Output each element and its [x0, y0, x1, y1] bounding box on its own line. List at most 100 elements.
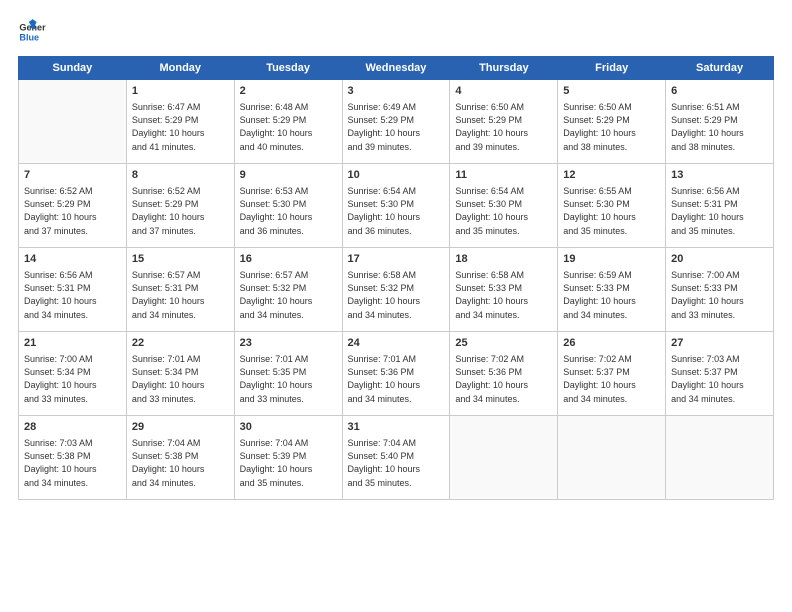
calendar-cell: 13Sunrise: 6:56 AM Sunset: 5:31 PM Dayli…: [666, 164, 774, 248]
day-number: 18: [455, 252, 552, 267]
calendar-cell: 23 Sunrise: 7:01 AM Sunset: 5:35 PM Dayli…: [234, 332, 342, 416]
calendar-cell: [666, 416, 774, 500]
day-info: Sunrise: 6:52 AM Sunset: 5:29 PM Dayligh…: [24, 185, 121, 237]
day-info: Sunrise: 7:02 AM Sunset: 5:36 PM Dayligh…: [455, 353, 552, 405]
logo-icon: General Blue: [18, 18, 46, 46]
day-info: Sunrise: 6:50 AM Sunset: 5:29 PM Dayligh…: [455, 101, 552, 153]
calendar-cell: 6 Sunrise: 6:51 AM Sunset: 5:29 PM Daylig…: [666, 80, 774, 164]
calendar-cell: 11 Sunrise: 6:54 AM Sunset: 5:30 PM Dayli…: [450, 164, 558, 248]
calendar-cell: 14 Sunrise: 6:56 AM Sunset: 5:31 PM Dayli…: [19, 248, 127, 332]
weekday-header: Wednesday: [342, 57, 450, 80]
calendar-cell: 15 Sunrise: 6:57 AM Sunset: 5:31 PM Dayli…: [126, 248, 234, 332]
day-number: 19: [563, 252, 660, 267]
day-info: Sunrise: 6:48 AM Sunset: 5:29 PM Dayligh…: [240, 101, 337, 153]
day-number: 15: [132, 252, 229, 267]
weekday-header: Saturday: [666, 57, 774, 80]
calendar-cell: 1 Sunrise: 6:47 AM Sunset: 5:29 PM Daylig…: [126, 80, 234, 164]
day-info: Sunrise: 7:00 AM Sunset: 5:34 PM Dayligh…: [24, 353, 121, 405]
day-info: Sunrise: 6:52 AM Sunset: 5:29 PM Dayligh…: [132, 185, 229, 237]
calendar-week-row: 1 Sunrise: 6:47 AM Sunset: 5:29 PM Daylig…: [19, 80, 774, 164]
calendar-cell: 28 Sunrise: 7:03 AM Sunset: 5:38 PM Dayli…: [19, 416, 127, 500]
calendar-cell: 5Sunrise: 6:50 AM Sunset: 5:29 PM Daylig…: [558, 80, 666, 164]
day-number: 28: [24, 420, 121, 435]
day-info: Sunrise: 7:03 AM Sunset: 5:38 PM Dayligh…: [24, 437, 121, 489]
calendar-week-row: 14 Sunrise: 6:56 AM Sunset: 5:31 PM Dayli…: [19, 248, 774, 332]
day-info: Sunrise: 6:57 AM Sunset: 5:31 PM Dayligh…: [132, 269, 229, 321]
calendar-cell: 16Sunrise: 6:57 AM Sunset: 5:32 PM Dayli…: [234, 248, 342, 332]
day-number: 5: [563, 84, 660, 99]
day-number: 2: [240, 84, 337, 99]
day-info: Sunrise: 6:56 AM Sunset: 5:31 PM Dayligh…: [24, 269, 121, 321]
calendar-week-row: 28 Sunrise: 7:03 AM Sunset: 5:38 PM Dayli…: [19, 416, 774, 500]
calendar-cell: 31Sunrise: 7:04 AM Sunset: 5:40 PM Dayli…: [342, 416, 450, 500]
calendar-cell: 27Sunrise: 7:03 AM Sunset: 5:37 PM Dayli…: [666, 332, 774, 416]
day-number: 20: [671, 252, 768, 267]
calendar-cell: 9 Sunrise: 6:53 AM Sunset: 5:30 PM Daylig…: [234, 164, 342, 248]
calendar-cell: 17Sunrise: 6:58 AM Sunset: 5:32 PM Dayli…: [342, 248, 450, 332]
day-info: Sunrise: 6:49 AM Sunset: 5:29 PM Dayligh…: [348, 101, 445, 153]
calendar-cell: 10 Sunrise: 6:54 AM Sunset: 5:30 PM Dayli…: [342, 164, 450, 248]
day-info: Sunrise: 7:01 AM Sunset: 5:34 PM Dayligh…: [132, 353, 229, 405]
day-number: 26: [563, 336, 660, 351]
day-info: Sunrise: 6:54 AM Sunset: 5:30 PM Dayligh…: [455, 185, 552, 237]
day-number: 22: [132, 336, 229, 351]
weekday-header: Monday: [126, 57, 234, 80]
day-info: Sunrise: 7:04 AM Sunset: 5:39 PM Dayligh…: [240, 437, 337, 489]
calendar-week-row: 7 Sunrise: 6:52 AM Sunset: 5:29 PM Daylig…: [19, 164, 774, 248]
day-number: 8: [132, 168, 229, 183]
calendar-cell: 21 Sunrise: 7:00 AM Sunset: 5:34 PM Dayli…: [19, 332, 127, 416]
calendar-cell: 30 Sunrise: 7:04 AM Sunset: 5:39 PM Dayli…: [234, 416, 342, 500]
day-info: Sunrise: 6:55 AM Sunset: 5:30 PM Dayligh…: [563, 185, 660, 237]
calendar: SundayMondayTuesdayWednesdayThursdayFrid…: [18, 56, 774, 500]
calendar-cell: 18 Sunrise: 6:58 AM Sunset: 5:33 PM Dayli…: [450, 248, 558, 332]
day-info: Sunrise: 6:58 AM Sunset: 5:33 PM Dayligh…: [455, 269, 552, 321]
calendar-cell: 12 Sunrise: 6:55 AM Sunset: 5:30 PM Dayli…: [558, 164, 666, 248]
day-info: Sunrise: 6:57 AM Sunset: 5:32 PM Dayligh…: [240, 269, 337, 321]
calendar-cell: 26 Sunrise: 7:02 AM Sunset: 5:37 PM Dayli…: [558, 332, 666, 416]
day-info: Sunrise: 7:00 AM Sunset: 5:33 PM Dayligh…: [671, 269, 768, 321]
day-number: 21: [24, 336, 121, 351]
day-info: Sunrise: 6:53 AM Sunset: 5:30 PM Dayligh…: [240, 185, 337, 237]
day-info: Sunrise: 7:01 AM Sunset: 5:35 PM Dayligh…: [240, 353, 337, 405]
day-info: Sunrise: 6:47 AM Sunset: 5:29 PM Dayligh…: [132, 101, 229, 153]
day-number: 1: [132, 84, 229, 99]
svg-text:Blue: Blue: [19, 32, 39, 42]
day-number: 13: [671, 168, 768, 183]
calendar-cell: 22 Sunrise: 7:01 AM Sunset: 5:34 PM Dayli…: [126, 332, 234, 416]
day-number: 23: [240, 336, 337, 351]
day-number: 10: [348, 168, 445, 183]
calendar-cell: 8 Sunrise: 6:52 AM Sunset: 5:29 PM Daylig…: [126, 164, 234, 248]
day-number: 29: [132, 420, 229, 435]
day-info: Sunrise: 7:02 AM Sunset: 5:37 PM Dayligh…: [563, 353, 660, 405]
day-number: 24: [348, 336, 445, 351]
day-info: Sunrise: 6:54 AM Sunset: 5:30 PM Dayligh…: [348, 185, 445, 237]
logo: General Blue: [18, 18, 50, 46]
day-info: Sunrise: 6:58 AM Sunset: 5:32 PM Dayligh…: [348, 269, 445, 321]
day-number: 4: [455, 84, 552, 99]
day-number: 11: [455, 168, 552, 183]
day-number: 9: [240, 168, 337, 183]
calendar-cell: 29 Sunrise: 7:04 AM Sunset: 5:38 PM Dayli…: [126, 416, 234, 500]
day-info: Sunrise: 6:51 AM Sunset: 5:29 PM Dayligh…: [671, 101, 768, 153]
day-info: Sunrise: 7:03 AM Sunset: 5:37 PM Dayligh…: [671, 353, 768, 405]
calendar-cell: 25 Sunrise: 7:02 AM Sunset: 5:36 PM Dayli…: [450, 332, 558, 416]
day-number: 30: [240, 420, 337, 435]
day-number: 25: [455, 336, 552, 351]
day-number: 14: [24, 252, 121, 267]
day-number: 7: [24, 168, 121, 183]
day-number: 3: [348, 84, 445, 99]
day-number: 12: [563, 168, 660, 183]
calendar-cell: 20 Sunrise: 7:00 AM Sunset: 5:33 PM Dayli…: [666, 248, 774, 332]
calendar-cell: 24Sunrise: 7:01 AM Sunset: 5:36 PM Dayli…: [342, 332, 450, 416]
day-info: Sunrise: 7:04 AM Sunset: 5:40 PM Dayligh…: [348, 437, 445, 489]
calendar-cell: [19, 80, 127, 164]
day-number: 6: [671, 84, 768, 99]
calendar-cell: 19 Sunrise: 6:59 AM Sunset: 5:33 PM Dayli…: [558, 248, 666, 332]
calendar-cell: [558, 416, 666, 500]
weekday-header: Friday: [558, 57, 666, 80]
day-info: Sunrise: 7:04 AM Sunset: 5:38 PM Dayligh…: [132, 437, 229, 489]
day-info: Sunrise: 6:59 AM Sunset: 5:33 PM Dayligh…: [563, 269, 660, 321]
calendar-cell: 4 Sunrise: 6:50 AM Sunset: 5:29 PM Daylig…: [450, 80, 558, 164]
weekday-header: Tuesday: [234, 57, 342, 80]
calendar-cell: 3 Sunrise: 6:49 AM Sunset: 5:29 PM Daylig…: [342, 80, 450, 164]
